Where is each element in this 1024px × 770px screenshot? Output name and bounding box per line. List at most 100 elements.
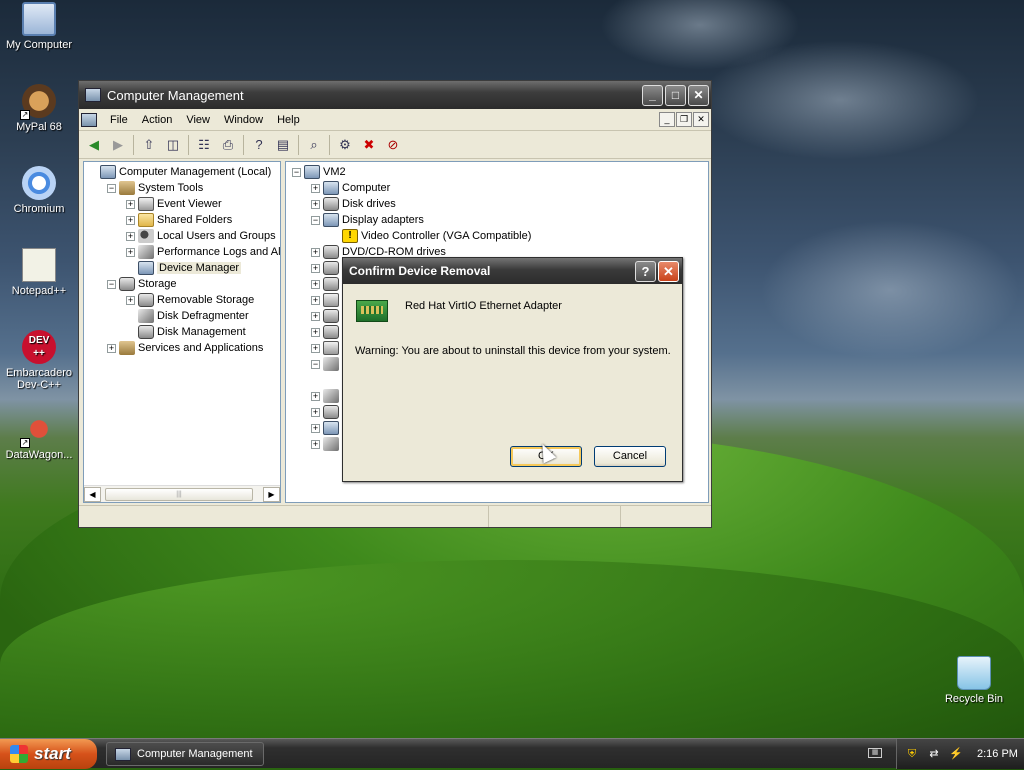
desktop-icon-recycle-bin[interactable]: Recycle Bin — [935, 656, 1013, 705]
tree-item[interactable]: − Storage — [84, 276, 280, 292]
window-title: Computer Management — [107, 87, 244, 103]
menu-action[interactable]: Action — [135, 114, 180, 126]
tree-item[interactable]: Disk Management — [84, 324, 280, 340]
desktop-icon-computer[interactable]: My Computer — [0, 2, 78, 51]
tree-item[interactable]: − Display adapters — [286, 212, 708, 228]
security-shield-icon[interactable]: ⛨ — [905, 747, 919, 761]
expand-icon[interactable]: + — [311, 343, 320, 353]
desktop-icon-chromium[interactable]: Chromium — [0, 166, 78, 215]
keyboard-icon[interactable]: ▦ — [868, 748, 882, 758]
disk-icon — [138, 293, 154, 307]
uninstall-icon[interactable]: ✖ — [360, 136, 378, 154]
expand-icon[interactable]: + — [126, 231, 135, 241]
tree-item[interactable]: + Local Users and Groups — [84, 228, 280, 244]
forward-arrow-icon[interactable]: ▶ — [109, 136, 127, 154]
child-restore-button[interactable]: ❐ — [676, 112, 692, 127]
pc-icon — [323, 213, 339, 227]
print-icon[interactable]: ⎙ — [219, 136, 237, 154]
clock: 2:16 PM — [977, 748, 1018, 760]
confirm-device-removal-dialog[interactable]: Confirm Device Removal ? ✕ Red Hat VirtI… — [342, 257, 683, 482]
collapse-icon[interactable]: − — [107, 183, 116, 193]
scroll-right-icon[interactable]: ▶ — [263, 486, 280, 502]
close-button[interactable]: ✕ — [688, 84, 709, 106]
expand-icon[interactable]: + — [311, 423, 320, 433]
network-icon[interactable]: ⇄ — [927, 747, 941, 761]
tree-item[interactable]: Disk Defragmenter — [84, 308, 280, 324]
disable-device-icon[interactable]: ⊘ — [384, 136, 402, 154]
tree-item[interactable]: Device Manager — [84, 260, 280, 276]
expand-icon[interactable]: + — [311, 247, 320, 257]
expand-icon[interactable]: + — [126, 295, 135, 305]
taskbar-button-computer-management[interactable]: Computer Management — [106, 742, 264, 766]
expand-icon[interactable]: + — [311, 327, 320, 337]
collapse-icon[interactable]: − — [311, 359, 320, 369]
scan-hardware-icon[interactable]: ⌕ — [305, 136, 323, 154]
tree-item[interactable]: + Computer — [286, 180, 708, 196]
expand-icon[interactable]: + — [126, 215, 135, 225]
expand-icon[interactable]: + — [311, 391, 320, 401]
expand-icon[interactable]: + — [311, 407, 320, 417]
minimize-button[interactable]: _ — [642, 84, 663, 106]
expand-icon[interactable]: + — [126, 247, 135, 257]
update-driver-icon[interactable]: ⚙ — [336, 136, 354, 154]
help-icon[interactable]: ? — [250, 136, 268, 154]
collapse-icon[interactable]: − — [107, 279, 116, 289]
tree-item[interactable]: − System Tools — [84, 180, 280, 196]
desktop-icon-mypal[interactable]: ↗ MyPal 68 — [0, 84, 78, 133]
expand-icon[interactable]: + — [311, 263, 320, 273]
expand-icon[interactable]: + — [311, 311, 320, 321]
tree-item[interactable]: ! Video Controller (VGA Compatible) — [286, 228, 708, 244]
menu-view[interactable]: View — [179, 114, 217, 126]
expand-icon[interactable]: + — [311, 279, 320, 289]
up-folder-icon[interactable]: ⇧ — [140, 136, 158, 154]
collapse-icon[interactable]: − — [292, 167, 301, 177]
properties-icon[interactable]: ☷ — [195, 136, 213, 154]
perf-icon — [323, 389, 339, 403]
horizontal-scrollbar[interactable]: ◀ ||| ▶ — [84, 485, 280, 502]
tree-item[interactable]: + Shared Folders — [84, 212, 280, 228]
scroll-left-icon[interactable]: ◀ — [84, 486, 101, 502]
tree-item[interactable]: + Event Viewer — [84, 196, 280, 212]
tools-icon — [119, 181, 135, 195]
scrollbar-thumb[interactable]: ||| — [105, 487, 253, 501]
menu-window[interactable]: Window — [217, 114, 270, 126]
show-hide-action-pane-icon[interactable]: ▤ — [274, 136, 292, 154]
dialog-help-button[interactable]: ? — [635, 260, 656, 282]
desktop-icon-notepad[interactable]: Notepad++ — [0, 248, 78, 297]
mmc-icon[interactable] — [81, 112, 97, 127]
perf-icon — [138, 309, 154, 323]
dialog-close-button[interactable]: ✕ — [658, 260, 679, 282]
show-hide-tree-icon[interactable]: ◫ — [164, 136, 182, 154]
console-tree-pane[interactable]: Computer Management (Local) − System Tools… — [83, 161, 281, 503]
tree-item-label: Disk Defragmenter — [157, 310, 249, 322]
tree-item[interactable]: + Services and Applications — [84, 340, 280, 356]
tree-item[interactable]: + Disk drives — [286, 196, 708, 212]
desktop-icon-devcpp[interactable]: DEV ++ Embarcadero Dev-C++ — [0, 330, 78, 391]
start-button[interactable]: start — [0, 739, 97, 769]
collapse-icon[interactable]: − — [311, 215, 320, 225]
dialog-titlebar[interactable]: Confirm Device Removal ? ✕ — [343, 258, 682, 284]
child-minimize-button[interactable]: _ — [659, 112, 675, 127]
expand-icon[interactable]: + — [107, 343, 116, 353]
child-close-button[interactable]: ✕ — [693, 112, 709, 127]
menu-help[interactable]: Help — [270, 114, 307, 126]
maximize-button[interactable]: □ — [665, 84, 686, 106]
tree-item[interactable]: Computer Management (Local) — [84, 164, 280, 180]
tree-item-label: Shared Folders — [157, 214, 233, 226]
back-arrow-icon[interactable]: ◀ — [85, 136, 103, 154]
window-titlebar[interactable]: Computer Management _ □ ✕ — [79, 81, 711, 109]
cancel-button[interactable]: Cancel — [594, 446, 666, 467]
expand-icon[interactable]: + — [311, 439, 320, 449]
device-name: Red Hat VirtIO Ethernet Adapter — [405, 300, 562, 312]
status-section — [489, 506, 621, 527]
tree-item[interactable]: − VM2 — [286, 164, 708, 180]
desktop-icon-datawagon[interactable]: ↗ DataWagon... — [0, 412, 78, 461]
menu-file[interactable]: File — [103, 114, 135, 126]
expand-icon[interactable]: + — [126, 199, 135, 209]
tree-item[interactable]: + Removable Storage — [84, 292, 280, 308]
safely-remove-hardware-icon[interactable]: ⚡ — [949, 747, 963, 761]
expand-icon[interactable]: + — [311, 295, 320, 305]
expand-icon[interactable]: + — [311, 183, 320, 193]
tree-item[interactable]: + Performance Logs and Alerts — [84, 244, 280, 260]
expand-icon[interactable]: + — [311, 199, 320, 209]
